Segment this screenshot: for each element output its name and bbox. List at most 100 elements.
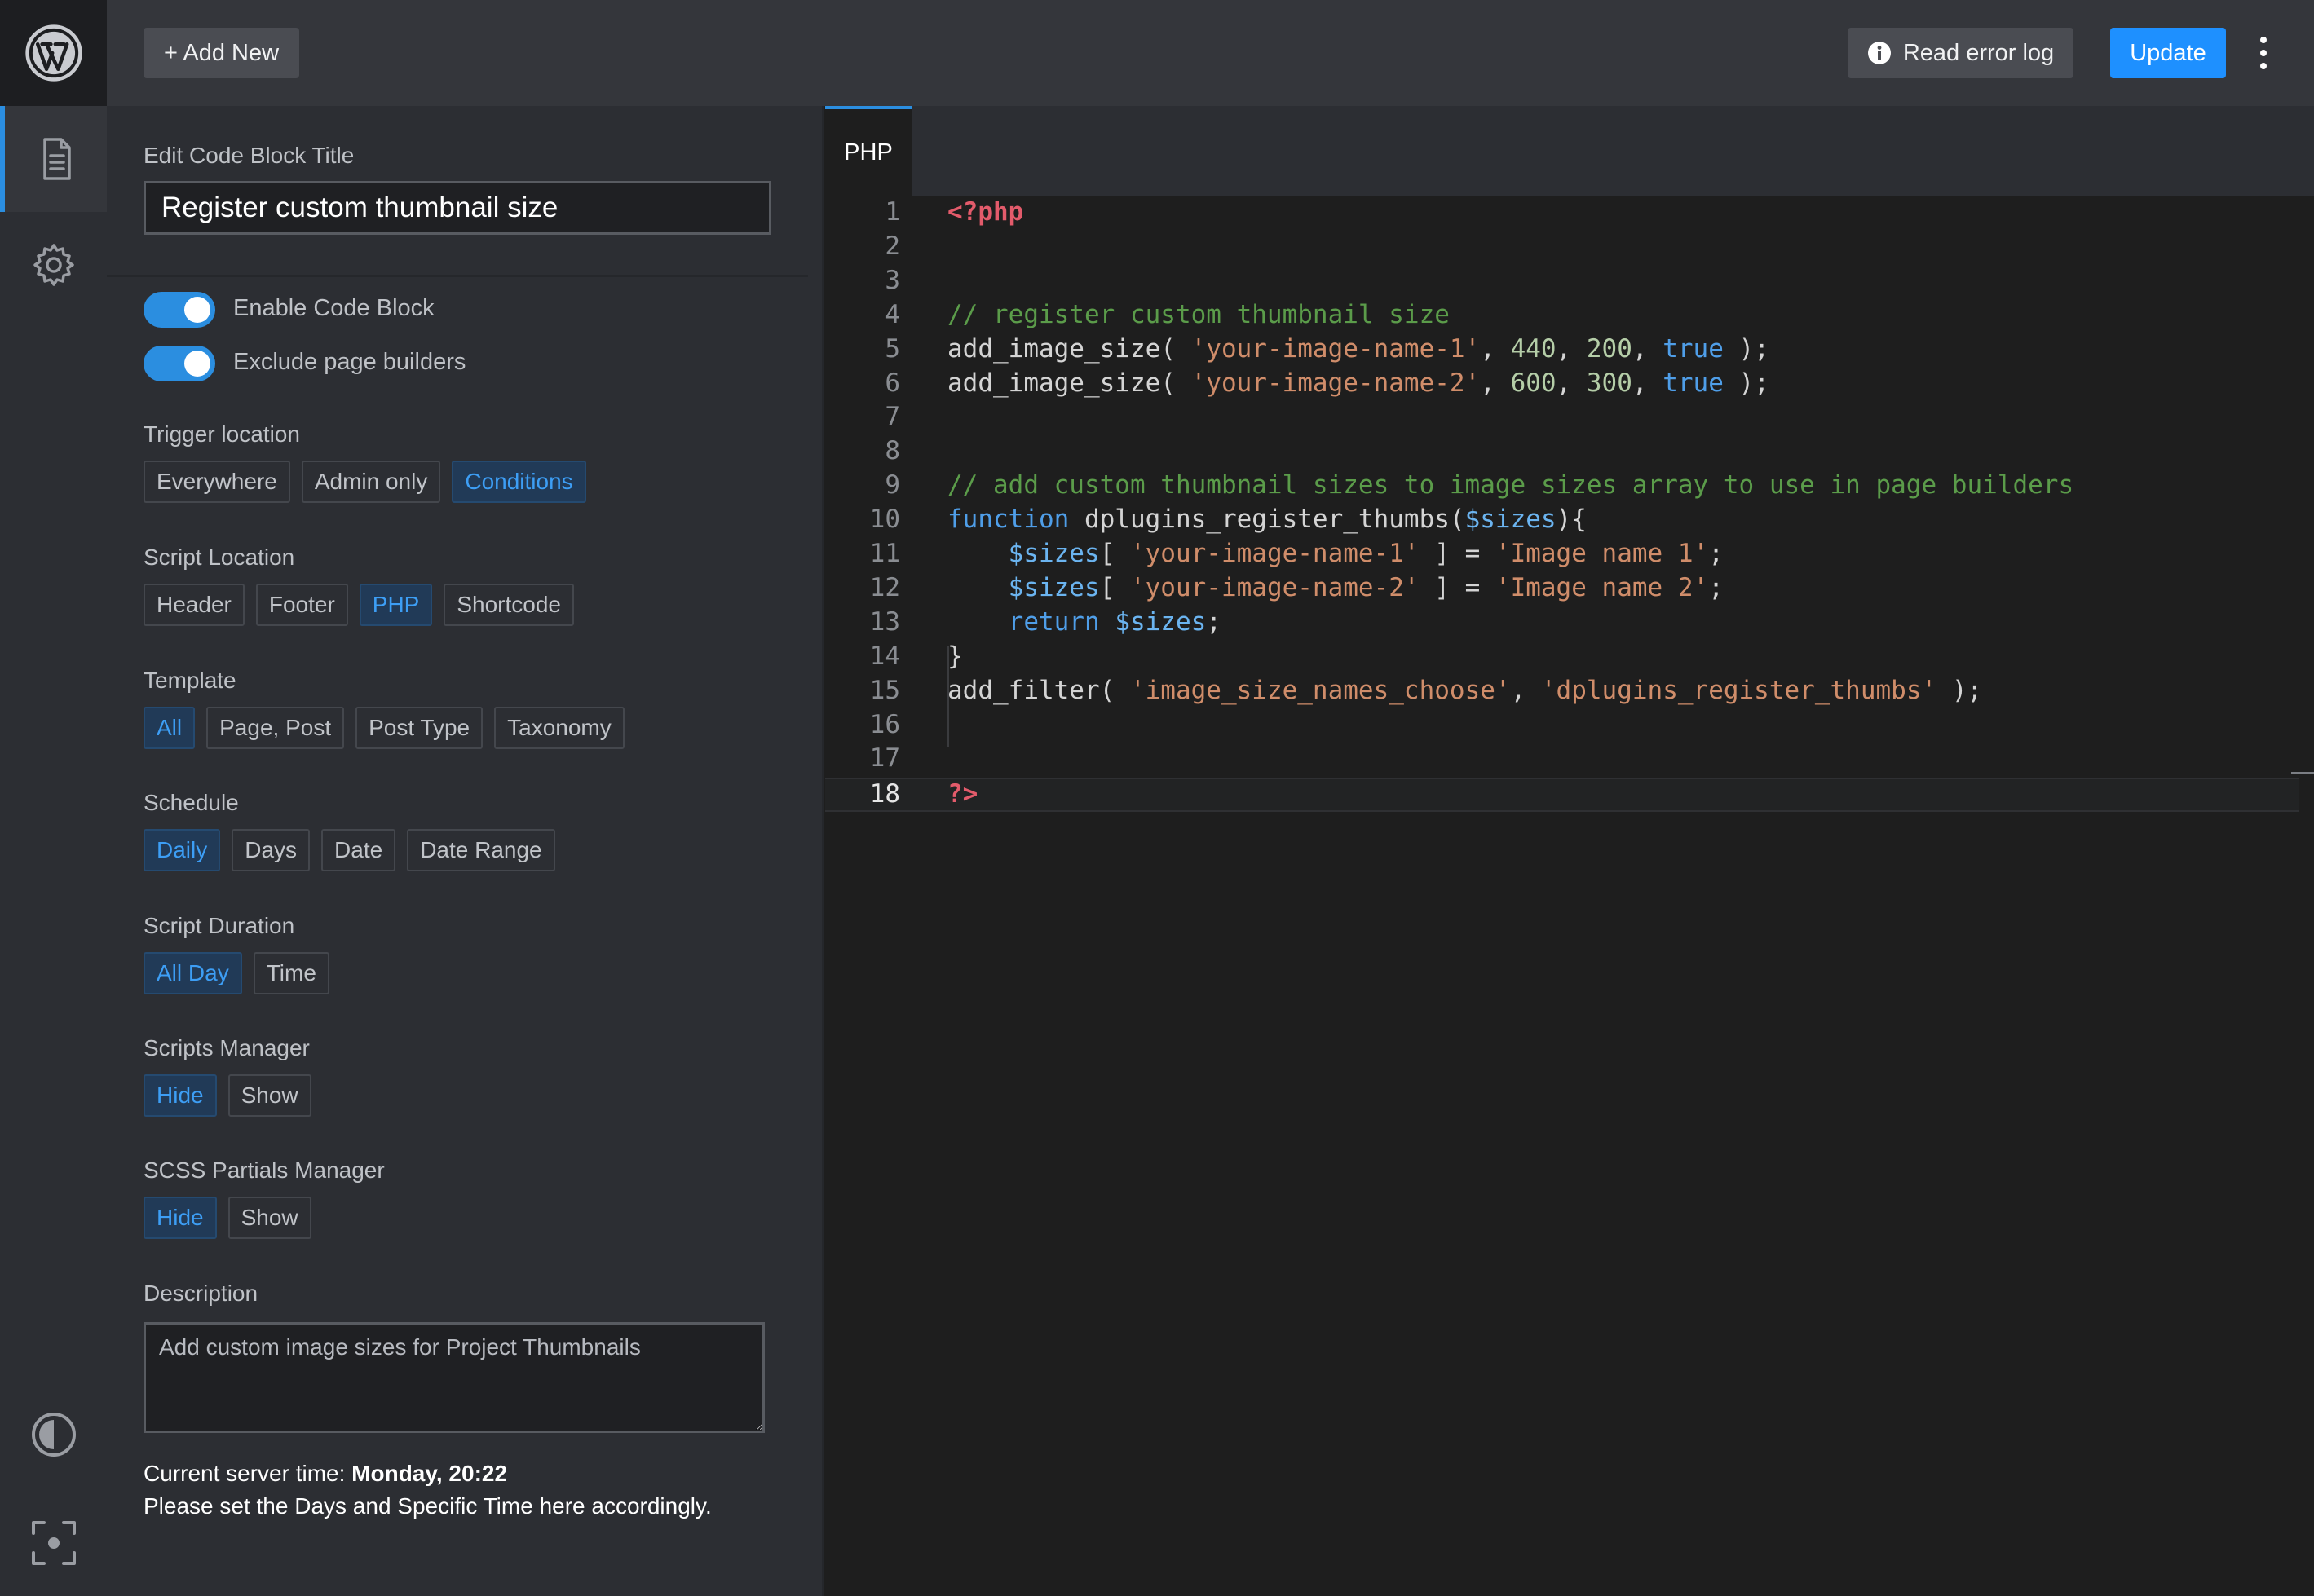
line-number: 6 — [885, 368, 900, 398]
code-token: 'your-image-name-2' — [1129, 573, 1420, 602]
line-number: 17 — [869, 743, 900, 773]
option-everywhere[interactable]: Everywhere — [144, 461, 290, 503]
code-line[interactable]: 13 return $sizes; — [825, 607, 2299, 641]
option-shortcode[interactable]: Shortcode — [444, 584, 574, 626]
code-line[interactable]: 15 add_filter( 'image_size_names_choose',… — [825, 676, 2299, 710]
code-token: $sizes — [1464, 505, 1557, 534]
code-token: , — [1556, 334, 1587, 364]
code-token: // add custom thumbnail sizes to image s… — [947, 470, 2074, 500]
code-token: function — [947, 505, 1070, 534]
code-token: , — [1632, 368, 1663, 398]
option-page-post[interactable]: Page, Post — [206, 707, 345, 749]
line-number: 11 — [869, 539, 900, 568]
option-scripts-show[interactable]: Show — [227, 1074, 311, 1117]
code-area[interactable]: 1 <?php 2 3 4 // register custom thumbnail si… — [825, 196, 2314, 1596]
rail-contrast-button[interactable] — [0, 1382, 107, 1488]
line-number: 18 — [869, 779, 900, 809]
code-line[interactable]: 18 ?> — [825, 778, 2299, 812]
settings-panel: Edit Code Block Title Enable Code Block … — [107, 106, 824, 1596]
rail-settings-button[interactable] — [0, 212, 107, 318]
template-options: All Page, Post Post Type Taxonomy — [144, 707, 625, 749]
option-admin-only[interactable]: Admin only — [301, 461, 441, 503]
option-php[interactable]: PHP — [359, 584, 433, 626]
option-all[interactable]: All — [144, 707, 196, 749]
code-line[interactable]: 8 — [825, 436, 2299, 470]
code-line[interactable]: 17 — [825, 743, 2299, 778]
code-line[interactable]: 11 $sizes[ 'your-image-name-1' ] = 'Imag… — [825, 539, 2299, 573]
code-token: 'Image name 1' — [1495, 539, 1709, 568]
code-line[interactable]: 6 add_image_size( 'your-image-name-2', 60… — [825, 368, 2299, 403]
enable-code-block-label: Enable Code Block — [233, 295, 435, 321]
option-footer[interactable]: Footer — [255, 584, 348, 626]
option-days[interactable]: Days — [232, 829, 311, 871]
wordpress-logo[interactable] — [0, 0, 107, 106]
line-source: add_filter( 'image_size_names_choose', '… — [947, 676, 1982, 705]
line-source: $sizes[ 'your-image-name-2' ] = 'Image n… — [947, 573, 1724, 602]
line-number: 10 — [869, 505, 900, 534]
code-token: 'image_size_names_choose' — [1129, 676, 1511, 705]
line-number: 4 — [885, 300, 900, 329]
code-block-title-input[interactable] — [144, 181, 771, 235]
code-line[interactable]: 9 // add custom thumbnail sizes to image … — [825, 470, 2299, 505]
script-location-options: Header Footer PHP Shortcode — [144, 584, 574, 626]
script-duration-label: Script Duration — [144, 913, 295, 938]
option-daily[interactable]: Daily — [144, 829, 221, 871]
option-all-day[interactable]: All Day — [144, 952, 242, 994]
code-line[interactable]: 12 $sizes[ 'your-image-name-2' ] = 'Imag… — [825, 573, 2299, 607]
read-error-log-button[interactable]: Read error log — [1848, 28, 2073, 78]
rail-focus-button[interactable] — [0, 1490, 107, 1596]
code-line[interactable]: 10 function dplugins_register_thumbs($siz… — [825, 505, 2299, 539]
option-header[interactable]: Header — [144, 584, 245, 626]
option-date-range[interactable]: Date Range — [407, 829, 555, 871]
code-token: [ — [1099, 539, 1130, 568]
option-scss-hide[interactable]: Hide — [144, 1197, 217, 1239]
code-line[interactable]: 3 — [825, 266, 2299, 300]
tab-php[interactable]: PHP — [825, 106, 912, 196]
option-taxonomy[interactable]: Taxonomy — [494, 707, 625, 749]
code-line[interactable]: 2 — [825, 231, 2299, 266]
option-conditions[interactable]: Conditions — [452, 461, 586, 503]
enable-code-block-toggle[interactable] — [144, 292, 215, 328]
option-time[interactable]: Time — [253, 952, 329, 994]
code-token: 200 — [1586, 334, 1632, 364]
code-line[interactable]: 1 <?php — [825, 197, 2299, 231]
option-date[interactable]: Date — [321, 829, 396, 871]
server-time-line: Current server time: Monday, 20:22 — [144, 1461, 507, 1487]
code-token: ; — [1206, 607, 1221, 637]
code-token: ; — [1708, 539, 1724, 568]
code-line[interactable]: 5 add_image_size( 'your-image-name-1', 44… — [825, 334, 2299, 368]
kebab-menu-icon[interactable] — [2255, 37, 2272, 69]
rail-code-block-button[interactable] — [0, 106, 107, 212]
code-token: ] = — [1419, 573, 1495, 602]
editor-tab-bar: PHP — [825, 106, 2314, 196]
code-token: , — [1480, 334, 1511, 364]
add-new-label: + Add New — [163, 39, 280, 66]
script-location-label: Script Location — [144, 544, 295, 570]
update-label: Update — [2130, 39, 2206, 66]
option-scripts-hide[interactable]: Hide — [144, 1074, 217, 1117]
description-textarea[interactable]: Add custom image sizes for Project Thumb… — [144, 1322, 765, 1433]
exclude-page-builders-toggle[interactable] — [144, 346, 215, 381]
code-token: add_image_size( — [947, 368, 1191, 398]
code-token: // register custom thumbnail size — [947, 300, 1450, 329]
line-source: $sizes[ 'your-image-name-1' ] = 'Image n… — [947, 539, 1724, 568]
option-scss-show[interactable]: Show — [227, 1197, 311, 1239]
scrollbar-marker[interactable] — [2291, 772, 2314, 774]
scripts-manager-options: Hide Show — [144, 1074, 311, 1117]
add-new-button[interactable]: + Add New — [144, 28, 299, 78]
code-token: add_image_size( — [947, 334, 1191, 364]
line-number: 12 — [869, 573, 900, 602]
update-button[interactable]: Update — [2110, 28, 2226, 78]
line-source: // register custom thumbnail size — [947, 300, 1450, 329]
code-token: dplugins_register_thumbs( — [1069, 505, 1465, 534]
line-number: 7 — [885, 402, 900, 431]
code-line[interactable]: 16 — [825, 710, 2299, 744]
line-number: 1 — [885, 197, 900, 227]
code-line[interactable]: 14} — [825, 641, 2299, 676]
code-line[interactable]: 4 // register custom thumbnail size — [825, 300, 2299, 334]
code-token: ); — [1723, 368, 1769, 398]
code-token: $sizes — [1008, 539, 1100, 568]
code-line[interactable]: 7 — [825, 402, 2299, 436]
option-post-type[interactable]: Post Type — [355, 707, 484, 749]
